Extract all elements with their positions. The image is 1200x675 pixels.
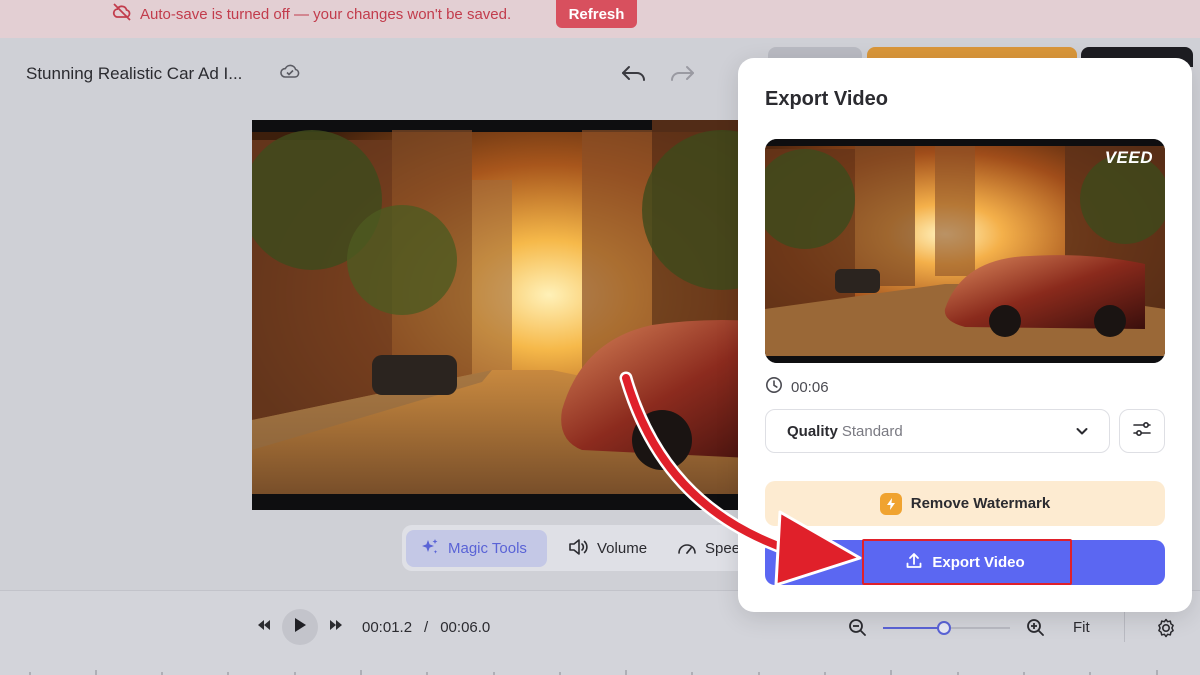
rewind-button[interactable] (252, 615, 276, 639)
zoom-in-icon[interactable] (1026, 618, 1046, 643)
veed-watermark: VEED (1104, 148, 1153, 167)
toolbar-divider (1124, 612, 1125, 642)
magic-tools-button[interactable]: Magic Tools (406, 530, 547, 567)
remove-watermark-label: Remove Watermark (910, 495, 1051, 512)
cloud-check-icon[interactable] (279, 63, 301, 86)
magic-tools-label: Magic Tools (448, 540, 527, 557)
time-readout: 00:01.2 / 00:06.0 (362, 619, 490, 636)
video-duration: 00:06 (791, 378, 829, 396)
export-video-label: Export Video (932, 554, 1025, 571)
zoom-out-icon[interactable] (848, 618, 868, 643)
total-time: 00:06.0 (440, 619, 491, 636)
play-button[interactable] (282, 609, 318, 645)
time-separator: / (424, 619, 429, 636)
undo-icon[interactable] (620, 63, 648, 90)
speedometer-icon (676, 538, 698, 560)
clock-icon (765, 376, 783, 398)
timeline-ruler[interactable] (0, 660, 1200, 675)
current-time: 00:01.2 (362, 619, 413, 636)
sparkles-icon (420, 537, 440, 561)
fit-button[interactable]: Fit (1073, 619, 1090, 636)
fast-forward-icon (329, 618, 343, 636)
quality-label: Quality (787, 422, 838, 440)
fast-forward-button[interactable] (324, 615, 348, 639)
chevron-down-icon (1075, 424, 1089, 442)
zoom-slider[interactable] (883, 620, 1010, 636)
volume-button[interactable]: Volume (568, 530, 647, 567)
timeline-settings-icon[interactable] (1155, 617, 1177, 644)
cloud-off-icon (112, 2, 132, 26)
lightning-icon (879, 492, 902, 515)
quality-value: Standard (841, 422, 903, 440)
speed-label: Spee (705, 540, 741, 557)
sliders-icon (1132, 420, 1152, 443)
rewind-icon (257, 618, 271, 636)
export-video-panel: Export Video VEED 00:06 Quality Standard… (738, 58, 1192, 612)
duration-row: 00:06 (765, 376, 829, 398)
speed-button[interactable]: Spee (676, 530, 740, 567)
quality-dropdown[interactable]: Quality Standard (765, 409, 1110, 453)
export-settings-button[interactable] (1119, 409, 1165, 453)
remove-watermark-button[interactable]: Remove Watermark (765, 481, 1165, 526)
autosave-message: Auto-save is turned off — your changes w… (140, 5, 512, 23)
zoom-thumb[interactable] (937, 621, 951, 635)
export-video-button[interactable]: Export Video (765, 540, 1165, 585)
video-preview[interactable] (252, 120, 792, 510)
volume-label: Volume (597, 540, 648, 557)
export-preview-thumbnail: VEED (765, 139, 1165, 363)
play-icon (293, 617, 307, 638)
autosave-banner: Auto-save is turned off — your changes w… (0, 0, 1200, 38)
project-title[interactable]: Stunning Realistic Car Ad I... (26, 64, 242, 84)
refresh-button[interactable]: Refresh (556, 0, 637, 28)
panel-title: Export Video (765, 88, 888, 110)
upload-icon (905, 552, 923, 574)
banner-content: Auto-save is turned off — your changes w… (112, 0, 511, 28)
speaker-icon (568, 538, 590, 560)
redo-icon[interactable] (668, 63, 696, 90)
zoom-fill (883, 627, 944, 629)
